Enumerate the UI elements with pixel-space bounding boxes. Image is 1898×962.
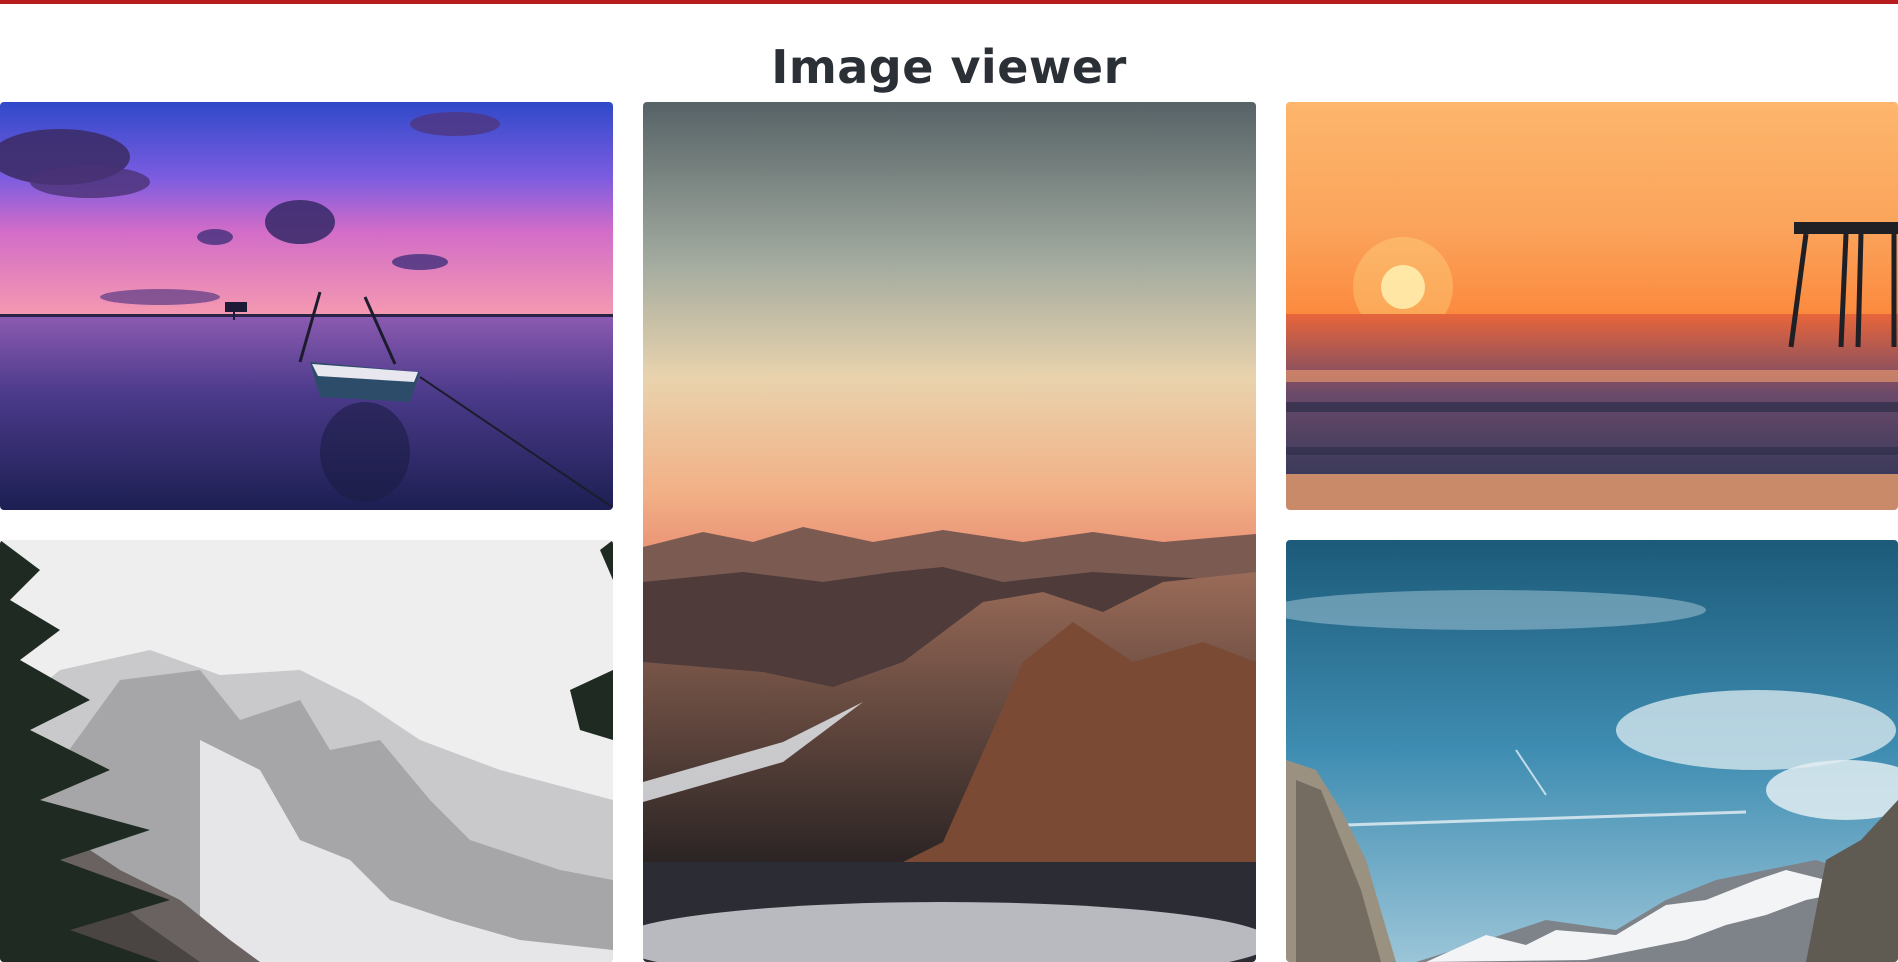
top-accent-bar — [0, 0, 1898, 4]
gallery-image-cliff-blue-sky[interactable] — [1286, 540, 1898, 962]
gallery-image-mountain-range-dusk[interactable] — [643, 102, 1256, 962]
image-gallery — [0, 102, 1898, 962]
cliff-blue-sky-image — [1286, 540, 1898, 962]
sunset-lake-boat-image — [0, 102, 613, 510]
ocean-sunset-pier-image — [1286, 102, 1898, 510]
gallery-image-snowy-mountain-pines[interactable] — [0, 540, 613, 962]
snowy-mountain-pines-image — [0, 540, 613, 962]
page-title: Image viewer — [771, 39, 1127, 94]
mountain-range-dusk-image — [643, 102, 1256, 962]
gallery-image-sunset-lake-boat[interactable] — [0, 102, 613, 510]
gallery-image-ocean-sunset-pier[interactable] — [1286, 102, 1898, 510]
